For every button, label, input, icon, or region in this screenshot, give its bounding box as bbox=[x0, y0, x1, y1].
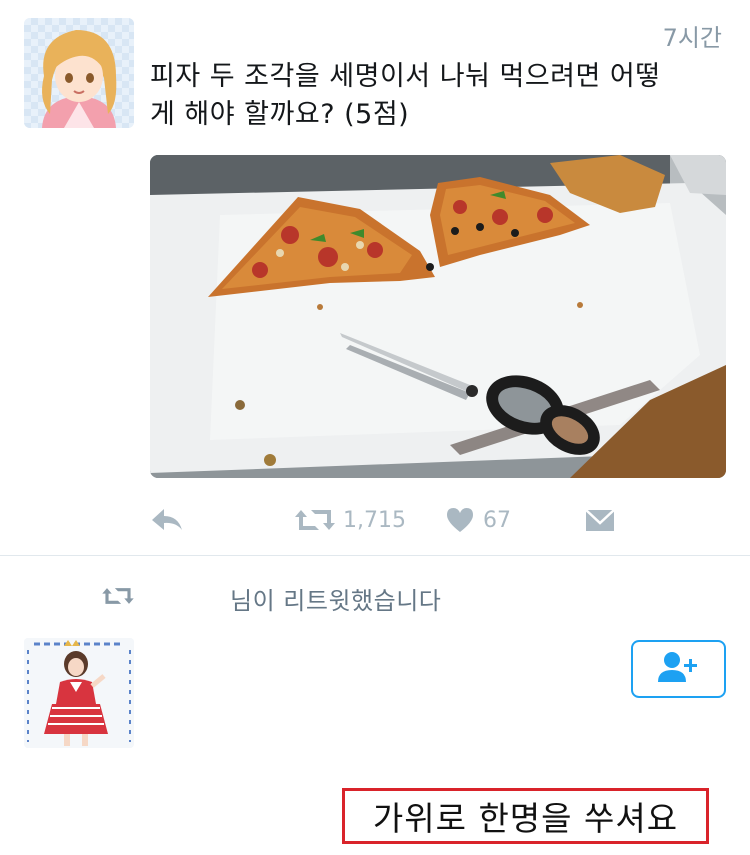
retweet-count: 1,715 bbox=[343, 507, 406, 533]
reply-icon bbox=[150, 506, 184, 534]
tweet-timestamp[interactable]: 7시간 bbox=[663, 18, 722, 53]
follow-button[interactable] bbox=[631, 640, 726, 698]
avatar-illustration bbox=[24, 18, 134, 128]
add-user-icon bbox=[656, 650, 702, 688]
retweet-icon bbox=[102, 585, 134, 611]
retweet-notice-text: 님이 리트윗했습니다 bbox=[230, 587, 442, 615]
tweet-text-line-1: 피자 두 조각을 세명이서 나눠 먹으려면 어떻 bbox=[150, 61, 661, 92]
direct-message-button[interactable] bbox=[584, 500, 616, 540]
retweeted-user-avatar[interactable] bbox=[24, 638, 134, 748]
tweet-actions: 1,715 67 bbox=[150, 500, 726, 540]
like-button[interactable]: 67 bbox=[445, 500, 511, 540]
tweet-divider bbox=[0, 555, 750, 556]
user-avatar[interactable] bbox=[24, 18, 134, 128]
retweet-button[interactable]: 1,715 bbox=[295, 500, 406, 540]
retweet-icon bbox=[295, 506, 335, 534]
like-count: 67 bbox=[483, 507, 511, 533]
avatar-photo bbox=[24, 638, 134, 748]
tweet-photo[interactable] bbox=[150, 155, 726, 478]
heart-icon bbox=[445, 506, 475, 534]
pizza-scissors-photo bbox=[150, 155, 726, 478]
tweet: 7시간 피자 두 조각을 세명이서 나눠 먹으려면 어떻 게 해야 할까요? (… bbox=[0, 0, 750, 556]
caption-box: 가위로 한명을 쑤셔요 bbox=[342, 788, 709, 844]
tweet-text: 피자 두 조각을 세명이서 나눠 먹으려면 어떻 게 해야 할까요? (5점) bbox=[150, 58, 730, 134]
caption-text: 가위로 한명을 쑤셔요 bbox=[372, 799, 679, 838]
retweet-notice: 님이 리트윗했습니다 bbox=[0, 575, 750, 619]
envelope-icon bbox=[584, 507, 616, 533]
reply-button[interactable] bbox=[150, 500, 184, 540]
tweet-text-line-2: 게 해야 할까요? (5점) bbox=[150, 99, 410, 130]
